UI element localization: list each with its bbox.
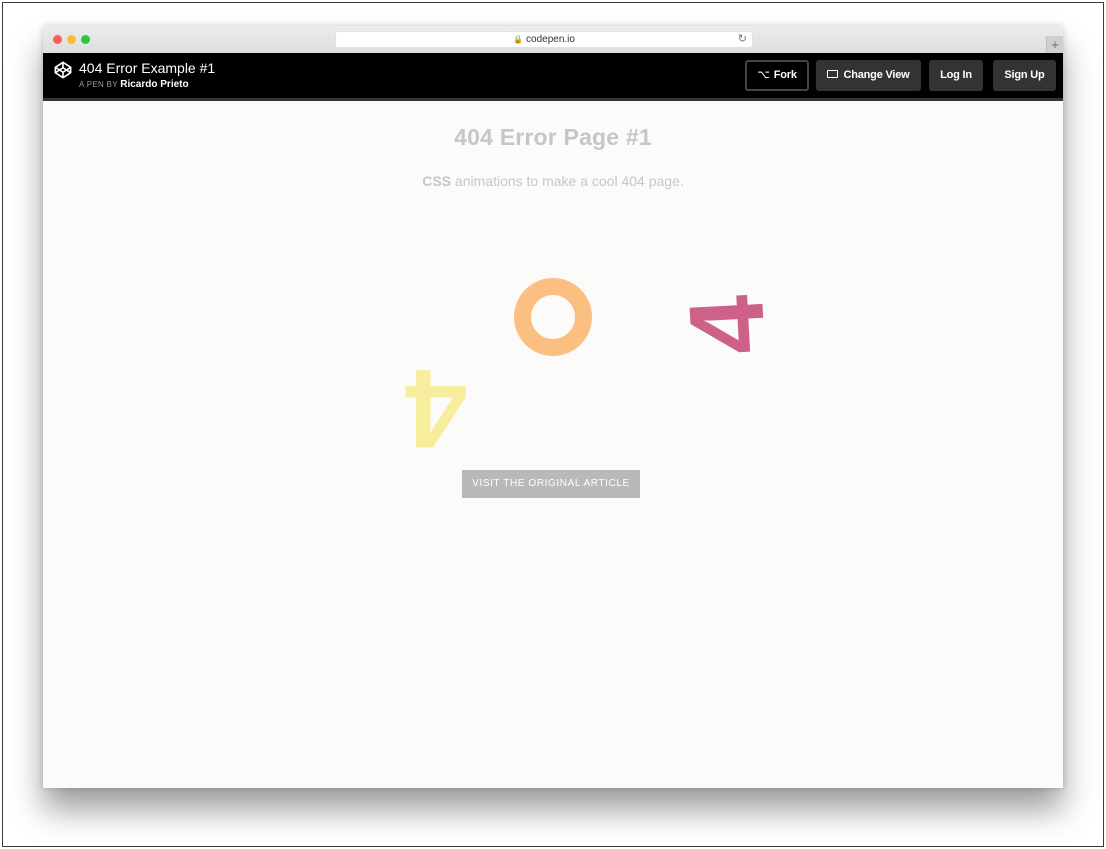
pen-byline: A PEN BY Ricardo Prieto (79, 79, 189, 91)
new-tab-icon[interactable]: + (1046, 36, 1063, 53)
lock-icon: 🔒 (513, 35, 524, 44)
address-bar[interactable]: 🔒 codepen.io ↻ (335, 31, 753, 48)
codepen-header: 404 Error Example #1 A PEN BY Ricardo Pr… (43, 53, 1063, 101)
sign-up-button[interactable]: Sign Up (993, 60, 1056, 91)
browser-titlebar: 🔒 codepen.io ↻ + (43, 26, 1063, 53)
log-in-button[interactable]: Log In (929, 60, 983, 91)
change-view-label: Change View (843, 69, 910, 81)
page-title: 404 Error Page #1 (454, 124, 652, 150)
fork-button[interactable]: ⌥ Fork (745, 60, 809, 91)
zoom-window-button[interactable] (81, 35, 90, 44)
digit-four-left: 4 (405, 346, 468, 471)
reload-icon[interactable]: ↻ (738, 32, 747, 47)
digit-zero (514, 278, 592, 356)
close-window-button[interactable] (53, 35, 62, 44)
browser-window: 🔒 codepen.io ↻ + 404 Error Example #1 A P… (43, 26, 1063, 788)
visit-article-button[interactable]: VISIT THE ORIGINAL ARTICLE (462, 470, 640, 498)
subtitle-css: CSS (422, 173, 452, 189)
pen-by-label: A PEN BY (79, 80, 118, 89)
pen-title[interactable]: 404 Error Example #1 (79, 60, 215, 76)
minimize-window-button[interactable] (67, 35, 76, 44)
change-view-icon (827, 70, 839, 79)
digit-four-right: 4 (667, 292, 788, 358)
codepen-logo-icon[interactable] (54, 61, 72, 79)
change-view-button[interactable]: Change View (816, 60, 921, 91)
pen-author-link[interactable]: Ricardo Prieto (120, 79, 188, 90)
address-url: codepen.io (526, 34, 575, 45)
fork-icon: ⌥ (757, 69, 770, 81)
subtitle-text: animations to make a cool 404 page. (451, 173, 684, 189)
page-subtitle: CSS animations to make a cool 404 page. (43, 173, 1063, 189)
fork-label: Fork (773, 69, 797, 81)
